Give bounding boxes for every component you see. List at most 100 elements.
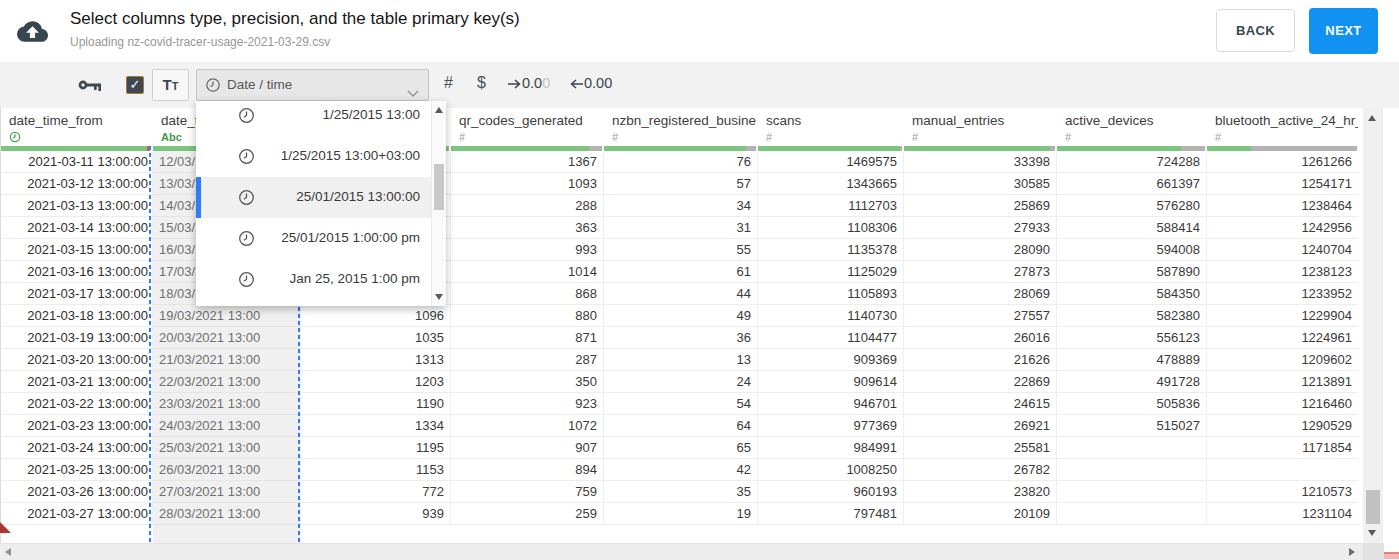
grid-cell[interactable]: 19/03/2021 13:00 [153, 305, 301, 327]
grid-cell[interactable]: 1195 [301, 437, 451, 459]
grid-cell[interactable]: 582380 [1057, 305, 1207, 327]
grid-cell[interactable]: 1125029 [758, 261, 904, 283]
grid-cell[interactable]: 55 [604, 239, 758, 261]
grid-cell[interactable]: 27/03/2021 13:00 [153, 481, 301, 503]
grid-cell[interactable]: 21626 [904, 349, 1057, 371]
include-column-checkbox[interactable]: ✓ [126, 76, 144, 94]
grid-cell[interactable]: 661397 [1057, 173, 1207, 195]
grid-cell[interactable] [1057, 459, 1207, 481]
grid-cell[interactable]: 2021-03-18 13:00:00 [1, 305, 153, 327]
grid-cell[interactable]: 880 [451, 305, 604, 327]
dropdown-scrollbar[interactable] [431, 101, 446, 306]
grid-cell[interactable]: 2021-03-12 13:00:00 [1, 173, 153, 195]
grid-cell[interactable]: 1224961 [1207, 327, 1358, 349]
grid-cell[interactable]: 2021-03-13 13:00:00 [1, 195, 153, 217]
grid-cell[interactable]: 76 [604, 151, 758, 173]
grid-cell[interactable]: 2021-03-22 13:00:00 [1, 393, 153, 415]
column-header[interactable]: scans# [758, 108, 904, 151]
grid-cell[interactable]: 1209602 [1207, 349, 1358, 371]
grid-cell[interactable]: 25869 [904, 195, 1057, 217]
datetime-format-option[interactable]: Jan 25, 2015 1:00 pm [196, 259, 431, 300]
grid-cell[interactable]: 24 [604, 371, 758, 393]
grid-cell[interactable] [1057, 481, 1207, 503]
grid-cell[interactable]: 1014 [451, 261, 604, 283]
grid-cell[interactable]: 759 [451, 481, 604, 503]
grid-cell[interactable]: 1238123 [1207, 261, 1358, 283]
grid-cell[interactable]: 1469575 [758, 151, 904, 173]
grid-cell[interactable]: 923 [451, 393, 604, 415]
grid-cell[interactable]: 505836 [1057, 393, 1207, 415]
grid-cell[interactable]: 26016 [904, 327, 1057, 349]
grid-cell[interactable] [1057, 437, 1207, 459]
grid-cell[interactable]: 515027 [1057, 415, 1207, 437]
grid-cell[interactable]: 576280 [1057, 195, 1207, 217]
scroll-up-icon[interactable] [1368, 115, 1376, 121]
grid-cell[interactable]: 1008250 [758, 459, 904, 481]
datetime-format-option[interactable]: 25/01/2015 13:00:00 [196, 177, 431, 218]
grid-cell[interactable]: 2021-03-24 13:00:00 [1, 437, 153, 459]
grid-cell[interactable]: 594008 [1057, 239, 1207, 261]
datetime-format-option[interactable]: 25/01/2015 1:00:00 pm [196, 218, 431, 259]
grid-cell[interactable]: 491728 [1057, 371, 1207, 393]
grid-cell[interactable] [1057, 503, 1207, 525]
grid-cell[interactable]: 1171854 [1207, 437, 1358, 459]
grid-cell[interactable]: 23/03/2021 13:00 [153, 393, 301, 415]
grid-cell[interactable]: 993 [451, 239, 604, 261]
grid-cell[interactable]: 1108306 [758, 217, 904, 239]
grid-cell[interactable]: 19 [604, 503, 758, 525]
scroll-down-icon[interactable] [1368, 530, 1376, 536]
grid-cell[interactable]: 2021-03-16 13:00:00 [1, 261, 153, 283]
grid-cell[interactable]: 2021-03-25 13:00:00 [1, 459, 153, 481]
grid-cell[interactable]: 1104477 [758, 327, 904, 349]
grid-cell[interactable]: 909614 [758, 371, 904, 393]
grid-cell[interactable]: 1313 [301, 349, 451, 371]
grid-cell[interactable]: 1105893 [758, 283, 904, 305]
grid-cell[interactable]: 894 [451, 459, 604, 481]
grid-cell[interactable]: 1093 [451, 173, 604, 195]
column-header[interactable]: qr_codes_generated# [451, 108, 604, 151]
grid-cell[interactable]: 26782 [904, 459, 1057, 481]
number-type-icon[interactable]: # [444, 74, 453, 92]
grid-cell[interactable]: 1216460 [1207, 393, 1358, 415]
grid-cell[interactable]: 1096 [301, 305, 451, 327]
grid-cell[interactable]: 57 [604, 173, 758, 195]
grid-cell[interactable]: 871 [451, 327, 604, 349]
grid-cell[interactable]: 259 [451, 503, 604, 525]
primary-key-icon[interactable] [78, 78, 102, 96]
grid-cell[interactable]: 25581 [904, 437, 1057, 459]
grid-cell[interactable]: 363 [451, 217, 604, 239]
grid-cell[interactable]: 24/03/2021 13:00 [153, 415, 301, 437]
grid-cell[interactable]: 2021-03-20 13:00:00 [1, 349, 153, 371]
grid-cell[interactable]: 287 [451, 349, 604, 371]
grid-cell[interactable]: 31 [604, 217, 758, 239]
grid-cell[interactable]: 1140730 [758, 305, 904, 327]
grid-cell[interactable]: 977369 [758, 415, 904, 437]
grid-cell[interactable]: 587890 [1057, 261, 1207, 283]
vertical-scrollbar[interactable] [1363, 108, 1383, 543]
grid-cell[interactable]: 1203 [301, 371, 451, 393]
grid-cell[interactable]: 27873 [904, 261, 1057, 283]
grid-cell[interactable]: 868 [451, 283, 604, 305]
grid-cell[interactable]: 24615 [904, 393, 1057, 415]
column-header[interactable]: active_devices# [1057, 108, 1207, 151]
scroll-up-icon[interactable] [435, 107, 443, 113]
grid-cell[interactable]: 1367 [451, 151, 604, 173]
currency-type-icon[interactable]: $ [477, 74, 486, 92]
grid-cell[interactable]: 772 [301, 481, 451, 503]
grid-cell[interactable]: 350 [451, 371, 604, 393]
grid-cell[interactable]: 2021-03-17 13:00:00 [1, 283, 153, 305]
grid-cell[interactable]: 478889 [1057, 349, 1207, 371]
grid-cell[interactable]: 939 [301, 503, 451, 525]
grid-cell[interactable]: 1112703 [758, 195, 904, 217]
grid-cell[interactable]: 960193 [758, 481, 904, 503]
type-format-select[interactable]: Date / time [196, 69, 429, 101]
datetime-format-option[interactable]: 1/25/2015 13:00+03:00 [196, 136, 431, 177]
horizontal-scrollbar[interactable] [0, 543, 1363, 560]
grid-cell[interactable]: 1240704 [1207, 239, 1358, 261]
grid-cell[interactable]: 1210573 [1207, 481, 1358, 503]
grid-cell[interactable]: 65 [604, 437, 758, 459]
grid-cell[interactable]: 2021-03-27 13:00:00 [1, 503, 153, 525]
grid-cell[interactable]: 2021-03-23 13:00:00 [1, 415, 153, 437]
grid-cell[interactable]: 13 [604, 349, 758, 371]
decrease-decimal-button[interactable]: 0.00 [570, 75, 612, 92]
